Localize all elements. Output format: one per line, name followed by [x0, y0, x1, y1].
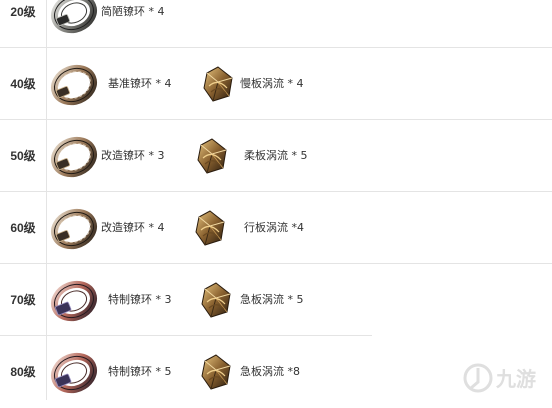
vortex-crystal-icon: [199, 354, 233, 390]
vortex-crystal-icon: [195, 138, 229, 174]
level-label: 20级: [10, 5, 36, 19]
shackle-ring-icon: [50, 62, 98, 106]
ring-material-label: 改造镣环 * 4: [101, 221, 165, 234]
9game-logo: 九游: [463, 363, 536, 393]
shackle-ring-icon: [50, 278, 98, 322]
ring-material-label: 特制镣环 * 3: [108, 293, 172, 306]
level-label: 80级: [10, 365, 36, 379]
level-label: 40级: [10, 77, 36, 91]
vortex-crystal-icon: [193, 210, 227, 246]
table-row: 70级 特制镣环 * 3 急板涡流 * 5: [0, 264, 552, 336]
vortex-material-label: 慢板涡流 * 4: [240, 77, 304, 90]
table-row: 20级 简陋镣环 * 4: [0, 0, 552, 48]
shackle-ring-icon: [50, 0, 98, 34]
shackle-ring-icon: [50, 350, 98, 394]
ring-material-label: 特制镣环 * 5: [108, 365, 172, 378]
table-row: 60级 改造镣环 * 4 行板涡流 *4: [0, 192, 552, 264]
crafting-materials-table: 20级 简陋镣环 * 4 40级 基准镣环 * 4 慢板涡流 * 4 50级 改…: [0, 0, 552, 400]
vortex-material-label: 急板涡流 * 5: [240, 293, 304, 306]
ring-material-label: 基准镣环 * 4: [108, 77, 172, 90]
table-row: 50级 改造镣环 * 3 柔板涡流 * 5: [0, 120, 552, 192]
vortex-material-label: 柔板涡流 * 5: [244, 149, 308, 162]
ring-material-label: 简陋镣环 * 4: [101, 5, 165, 18]
vortex-material-label: 行板涡流 *4: [244, 221, 304, 234]
watermark-text: 九游: [495, 367, 536, 391]
shackle-ring-icon: [50, 206, 98, 250]
level-label: 60级: [10, 221, 36, 235]
level-label: 70级: [10, 293, 36, 307]
table-row: 40级 基准镣环 * 4 慢板涡流 * 4: [0, 48, 552, 120]
ring-material-label: 改造镣环 * 3: [101, 149, 165, 162]
vortex-material-label: 急板涡流 *8: [240, 365, 300, 378]
vortex-crystal-icon: [199, 282, 233, 318]
vortex-crystal-icon: [201, 66, 235, 102]
shackle-ring-icon: [50, 134, 98, 178]
level-label: 50级: [10, 149, 36, 163]
